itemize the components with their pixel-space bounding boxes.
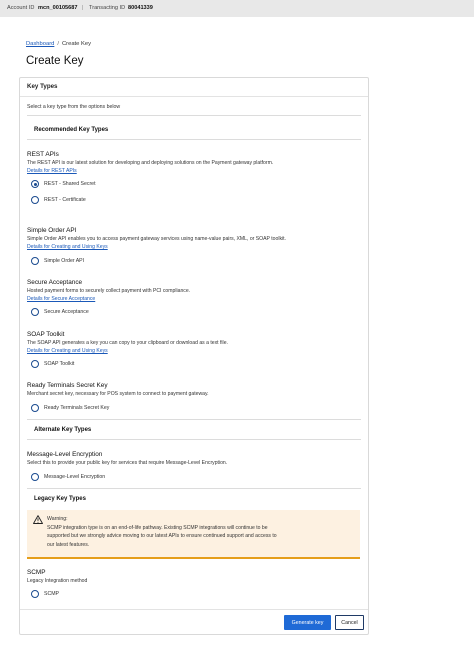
warning-line: SCMP integration type is on an end-of-li… (47, 525, 268, 531)
group-title-recommended: Recommended Key Types (34, 127, 109, 133)
warning-title: Warning: (47, 516, 68, 522)
section-title-rest: REST APIs (27, 151, 59, 158)
radio-simple-order[interactable]: Simple Order API (31, 257, 84, 265)
radio-label: Secure Acceptance (44, 309, 89, 315)
transacting-id-value: 80041339 (128, 5, 153, 11)
radio-unselected-icon (31, 257, 39, 265)
section-desc-rest: The REST API is our latest solution for … (27, 160, 274, 166)
divider (27, 419, 361, 420)
section-title-ready-terminals: Ready Terminals Secret Key (27, 382, 108, 389)
footer-divider (20, 609, 368, 610)
details-link-simple-order[interactable]: Details for Creating and Using Keys (27, 244, 108, 250)
section-desc-simple-order: Simple Order API enables you to access p… (27, 236, 286, 242)
warning-line: our latest features. (47, 541, 90, 548)
divider (27, 439, 361, 440)
cancel-button[interactable]: Cancel (335, 615, 364, 630)
radio-label: REST - Certificate (44, 197, 86, 203)
radio-unselected-icon (31, 196, 39, 204)
page-title: Create Key (26, 55, 84, 67)
warning-triangle-icon (33, 515, 43, 524)
details-link-secure-acceptance[interactable]: Details for Secure Acceptance (27, 296, 95, 302)
section-desc-scmp: Legacy Integration method (27, 578, 88, 584)
section-desc-mle: Select this to provide your public key f… (27, 460, 228, 466)
generate-key-button[interactable]: Generate key (284, 615, 331, 630)
breadcrumb-separator: / (57, 41, 59, 47)
divider (27, 115, 361, 116)
section-title-scmp: SCMP (27, 569, 46, 576)
details-link-rest[interactable]: Details for REST APIs (27, 168, 77, 174)
account-id-label: Account ID (7, 5, 35, 11)
radio-ready-terminals[interactable]: Ready Terminals Secret Key (31, 404, 109, 412)
key-types-card: Key Types Select a key type from the opt… (19, 77, 369, 635)
radio-unselected-icon (31, 308, 39, 316)
radio-label: Simple Order API (44, 258, 85, 264)
radio-scmp[interactable]: SCMP (31, 590, 59, 598)
account-id-value: mcn_00105687 (38, 5, 78, 11)
breadcrumb-dashboard-link[interactable]: Dashboard (26, 41, 54, 47)
radio-unselected-icon (31, 360, 39, 368)
section-title-soap: SOAP Toolkit (27, 331, 65, 338)
warning-line: supported but we strongly advice moving … (47, 533, 277, 540)
radio-rest-shared-secret[interactable]: REST - Shared Secret (31, 180, 96, 188)
group-title-legacy: Legacy Key Types (34, 496, 86, 502)
radio-label: SOAP Toolkit (44, 361, 75, 367)
section-title-simple-order: Simple Order API (27, 227, 77, 234)
radio-unselected-icon (31, 473, 39, 481)
radio-label: Ready Terminals Secret Key (44, 405, 110, 411)
card-header: Key Types (20, 78, 368, 97)
radio-label: SCMP (44, 591, 59, 597)
radio-label: REST - Shared Secret (44, 181, 96, 187)
radio-rest-certificate[interactable]: REST - Certificate (31, 196, 86, 204)
section-desc-soap: The SOAP API generates a key you can cop… (27, 340, 228, 346)
radio-unselected-icon (31, 590, 39, 598)
intro-text: Select a key type from the options below (27, 104, 121, 110)
radio-soap-toolkit[interactable]: SOAP Toolkit (31, 360, 74, 368)
divider (27, 139, 361, 140)
radio-unselected-icon (31, 404, 39, 412)
section-title-secure-acceptance: Secure Acceptance (27, 279, 83, 286)
breadcrumb-current: Create Key (61, 41, 91, 47)
divider (27, 488, 361, 489)
transacting-id-label: Transacting ID (89, 5, 126, 11)
section-title-mle: Message-Level Encryption (27, 451, 103, 458)
radio-secure-acceptance[interactable]: Secure Acceptance (31, 308, 89, 316)
account-bar: Account ID mcn_00105687 | Transacting ID… (0, 0, 474, 17)
details-link-soap[interactable]: Details for Creating and Using Keys (27, 348, 108, 354)
section-desc-ready-terminals: Merchant secret key, necessary for POS s… (27, 391, 209, 397)
breadcrumb: Dashboard / Create Key (26, 41, 91, 47)
warning-body: SCMP integration type is on an end-of-li… (47, 524, 347, 549)
radio-label: Message-Level Encryption (44, 474, 106, 480)
topbar-separator: | (82, 5, 84, 11)
radio-selected-icon (31, 180, 39, 188)
radio-message-level-encryption[interactable]: Message-Level Encryption (31, 473, 105, 481)
scmp-warning-banner: Warning: SCMP integration type is on an … (27, 510, 360, 559)
section-desc-secure-acceptance: Hosted payment forms to securely collect… (27, 288, 191, 294)
group-title-alternate: Alternate Key Types (34, 427, 92, 433)
